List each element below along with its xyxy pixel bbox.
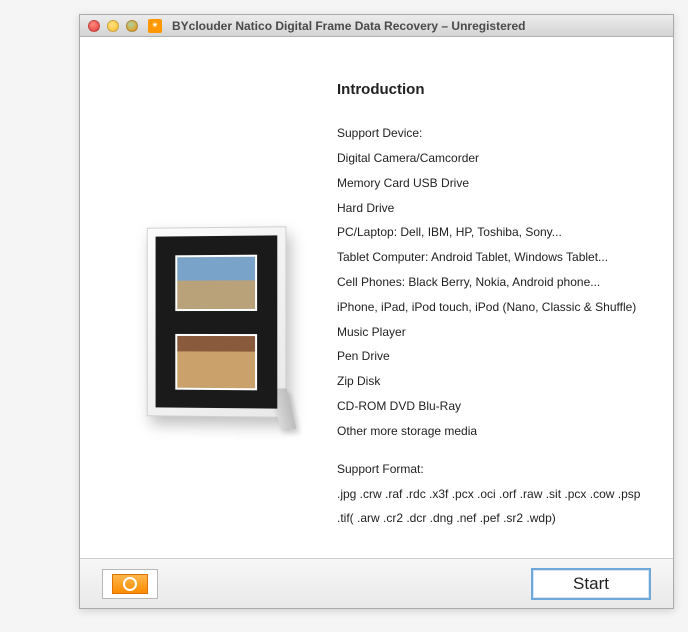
app-window: ✴ BYclouder Natico Digital Frame Data Re… bbox=[79, 14, 674, 609]
device-line: Pen Drive bbox=[337, 348, 655, 365]
support-format-label: Support Format: bbox=[337, 462, 655, 476]
frame-photo-top bbox=[175, 254, 257, 310]
format-line: .jpg .crw .raf .rdc .x3f .pcx .oci .orf … bbox=[337, 486, 655, 503]
format-line: .tif( .arw .cr2 .dcr .dng .nef .pef .sr2… bbox=[337, 510, 655, 527]
introduction-column: Introduction Support Device: Digital Cam… bbox=[333, 47, 655, 557]
device-line: CD-ROM DVD Blu-Ray bbox=[337, 398, 655, 415]
device-line: iPhone, iPad, iPod touch, iPod (Nano, Cl… bbox=[337, 299, 655, 316]
device-line: Cell Phones: Black Berry, Nokia, Android… bbox=[337, 274, 655, 291]
help-button[interactable] bbox=[102, 569, 158, 599]
device-line: Zip Disk bbox=[337, 373, 655, 390]
device-line: Memory Card USB Drive bbox=[337, 175, 655, 192]
device-line: PC/Laptop: Dell, IBM, HP, Toshiba, Sony.… bbox=[337, 224, 655, 241]
content-area: Introduction Support Device: Digital Cam… bbox=[80, 37, 673, 557]
minimize-icon[interactable] bbox=[107, 20, 119, 32]
close-icon[interactable] bbox=[88, 20, 100, 32]
intro-heading: Introduction bbox=[337, 81, 655, 98]
start-button[interactable]: Start bbox=[531, 568, 651, 600]
lifebuoy-icon bbox=[112, 574, 148, 594]
titlebar: ✴ BYclouder Natico Digital Frame Data Re… bbox=[80, 15, 673, 37]
support-device-label: Support Device: bbox=[337, 126, 655, 140]
digital-frame-illustration bbox=[146, 226, 286, 418]
device-line: Hard Drive bbox=[337, 200, 655, 217]
device-line: Digital Camera/Camcorder bbox=[337, 150, 655, 167]
device-line: Tablet Computer: Android Tablet, Windows… bbox=[337, 249, 655, 266]
zoom-icon[interactable] bbox=[126, 20, 138, 32]
device-line: Other more storage media bbox=[337, 423, 655, 440]
frame-photo-bottom bbox=[175, 333, 257, 389]
window-title: BYclouder Natico Digital Frame Data Reco… bbox=[172, 19, 525, 33]
bottom-toolbar: Start bbox=[80, 558, 673, 608]
traffic-lights bbox=[88, 20, 138, 32]
product-image-column bbox=[98, 47, 333, 557]
device-line: Music Player bbox=[337, 324, 655, 341]
app-icon: ✴ bbox=[148, 19, 162, 33]
